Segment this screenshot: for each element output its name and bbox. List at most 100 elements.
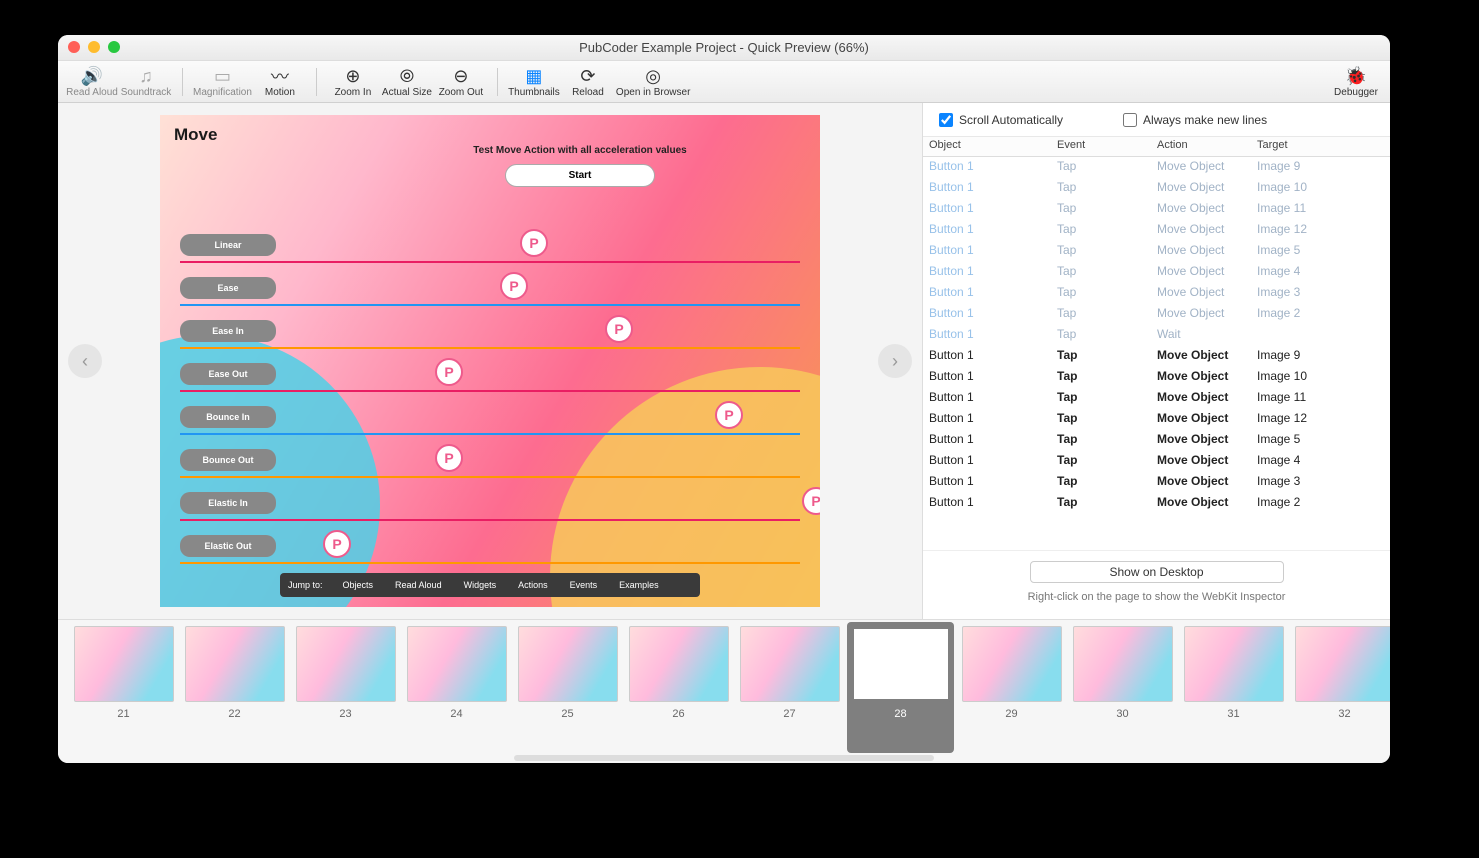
easing-button-ease[interactable]: Ease <box>180 277 276 299</box>
easing-button-elastic out[interactable]: Elastic Out <box>180 535 276 557</box>
col-action[interactable]: Action <box>1151 137 1251 156</box>
col-event[interactable]: Event <box>1051 137 1151 156</box>
easing-track <box>180 304 800 306</box>
jump-item[interactable]: Objects <box>343 580 374 590</box>
reload-icon: ⟳ <box>577 65 599 87</box>
zoom-in-button[interactable]: ⊕Zoom In <box>327 65 379 98</box>
debug-table-body[interactable]: Button 1 Tap Move Object Image 9 Button … <box>923 157 1390 550</box>
cell-event: Tap <box>1051 346 1151 367</box>
thumbnail-number: 21 <box>117 708 129 720</box>
show-on-desktop-button[interactable]: Show on Desktop <box>1030 561 1284 583</box>
debug-row[interactable]: Button 1 Tap Move Object Image 12 <box>923 409 1390 430</box>
thumbnail-page[interactable]: 27 <box>736 626 843 753</box>
cell-event: Tap <box>1051 409 1151 430</box>
thumbnail-page[interactable]: 25 <box>514 626 621 753</box>
open-in-browser-button[interactable]: ◎Open in Browser <box>616 65 690 98</box>
jump-item[interactable]: Read Aloud <box>395 580 442 590</box>
zoom-out-button[interactable]: ⊖Zoom Out <box>435 65 487 98</box>
close-button[interactable] <box>68 41 80 53</box>
fullscreen-button[interactable] <box>108 41 120 53</box>
cell-action: Move Object <box>1151 451 1251 472</box>
col-target[interactable]: Target <box>1251 137 1390 156</box>
test-subtitle: Test Move Action with all acceleration v… <box>380 145 780 156</box>
jump-item[interactable]: Actions <box>518 580 548 590</box>
start-button[interactable]: Start <box>505 164 655 187</box>
easing-button-ease in[interactable]: Ease In <box>180 320 276 342</box>
cell-action: Move Object <box>1151 220 1251 241</box>
debug-row[interactable]: Button 1 Tap Move Object Image 11 <box>923 199 1390 220</box>
thumbnails-button[interactable]: ▦Thumbnails <box>508 65 560 98</box>
thumbnails-panel: 21 22 23 24 25 26 27 28 29 30 31 32 <box>58 619 1390 763</box>
thumbnail-image <box>740 626 840 702</box>
thumbnail-number: 29 <box>1005 708 1017 720</box>
jump-item[interactable]: Widgets <box>464 580 497 590</box>
thumbnail-image <box>1073 626 1173 702</box>
preview-area: ‹ Move Test Move Action with all acceler… <box>58 103 922 619</box>
cell-target: Image 4 <box>1251 262 1390 283</box>
cell-event: Tap <box>1051 493 1151 514</box>
easing-row: Ease In P <box>180 313 800 349</box>
thumbnail-page[interactable]: 22 <box>181 626 288 753</box>
easing-ball: P <box>715 401 743 429</box>
read-aloud-button[interactable]: 🔊Read Aloud <box>66 65 118 98</box>
debug-row[interactable]: Button 1 Tap Move Object Image 10 <box>923 367 1390 388</box>
debug-row[interactable]: Button 1 Tap Move Object Image 3 <box>923 472 1390 493</box>
magnification-button[interactable]: ▭Magnification <box>193 65 252 98</box>
debug-row[interactable]: Button 1 Tap Move Object Image 9 <box>923 346 1390 367</box>
soundtrack-button[interactable]: ♫Soundtrack <box>120 65 172 98</box>
thumbnail-page[interactable]: 32 <box>1291 626 1390 753</box>
thumbnail-strip[interactable]: 21 22 23 24 25 26 27 28 29 30 31 32 <box>58 620 1390 753</box>
always-new-lines-checkbox[interactable]: Always make new lines <box>1123 113 1267 127</box>
easing-track <box>180 390 800 392</box>
scroll-auto-checkbox[interactable]: Scroll Automatically <box>939 113 1063 127</box>
next-page-button[interactable]: › <box>878 344 912 378</box>
easing-row: Elastic Out P <box>180 528 800 564</box>
debug-row[interactable]: Button 1 Tap Move Object Image 2 <box>923 304 1390 325</box>
cell-action: Move Object <box>1151 493 1251 514</box>
jump-to-label: Jump to: <box>288 580 323 590</box>
debug-row[interactable]: Button 1 Tap Move Object Image 2 <box>923 493 1390 514</box>
easing-button-bounce out[interactable]: Bounce Out <box>180 449 276 471</box>
easing-button-ease out[interactable]: Ease Out <box>180 363 276 385</box>
jump-item[interactable]: Events <box>570 580 598 590</box>
thumbnail-page[interactable]: 26 <box>625 626 732 753</box>
minimize-button[interactable] <box>88 41 100 53</box>
cell-object: Button 1 <box>923 388 1051 409</box>
easing-button-elastic in[interactable]: Elastic In <box>180 492 276 514</box>
debug-row[interactable]: Button 1 Tap Move Object Image 5 <box>923 241 1390 262</box>
prev-page-button[interactable]: ‹ <box>68 344 102 378</box>
thumbnail-image <box>851 626 951 702</box>
thumbnail-page[interactable]: 23 <box>292 626 399 753</box>
cell-event: Tap <box>1051 241 1151 262</box>
jump-item[interactable]: Examples <box>619 580 659 590</box>
thumbnail-page[interactable]: 31 <box>1180 626 1287 753</box>
jump-bar: Jump to: Objects Read Aloud Widgets Actions… <box>280 573 700 597</box>
debug-row[interactable]: Button 1 Tap Move Object Image 5 <box>923 430 1390 451</box>
debug-row[interactable]: Button 1 Tap Move Object Image 4 <box>923 451 1390 472</box>
thumbnail-page[interactable]: 21 <box>70 626 177 753</box>
col-object[interactable]: Object <box>923 137 1051 156</box>
debug-row[interactable]: Button 1 Tap Move Object Image 9 <box>923 157 1390 178</box>
motion-button[interactable]: 〰Motion <box>254 65 306 98</box>
thumbnail-scrollbar[interactable] <box>58 753 1390 763</box>
thumbnail-page[interactable]: 30 <box>1069 626 1176 753</box>
debug-row[interactable]: Button 1 Tap Move Object Image 3 <box>923 283 1390 304</box>
cell-action: Move Object <box>1151 262 1251 283</box>
easing-button-linear[interactable]: Linear <box>180 234 276 256</box>
easing-button-bounce in[interactable]: Bounce In <box>180 406 276 428</box>
thumbnail-page[interactable]: 24 <box>403 626 510 753</box>
rectangle-icon: ▭ <box>211 65 233 87</box>
debug-row[interactable]: Button 1 Tap Move Object Image 11 <box>923 388 1390 409</box>
cell-action: Move Object <box>1151 157 1251 178</box>
debug-row[interactable]: Button 1 Tap Move Object Image 4 <box>923 262 1390 283</box>
actual-size-button[interactable]: ⦾Actual Size <box>381 65 433 98</box>
cell-event: Tap <box>1051 262 1151 283</box>
thumbnail-page[interactable]: 29 <box>958 626 1065 753</box>
thumbnail-page[interactable]: 28 <box>847 622 954 753</box>
debugger-button[interactable]: 🐞Debugger <box>1330 65 1382 98</box>
reload-button[interactable]: ⟳Reload <box>562 65 614 98</box>
debug-row[interactable]: Button 1 Tap Wait <box>923 325 1390 346</box>
debug-row[interactable]: Button 1 Tap Move Object Image 12 <box>923 220 1390 241</box>
preview-canvas[interactable]: Move Test Move Action with all accelerat… <box>160 115 820 607</box>
debug-row[interactable]: Button 1 Tap Move Object Image 10 <box>923 178 1390 199</box>
